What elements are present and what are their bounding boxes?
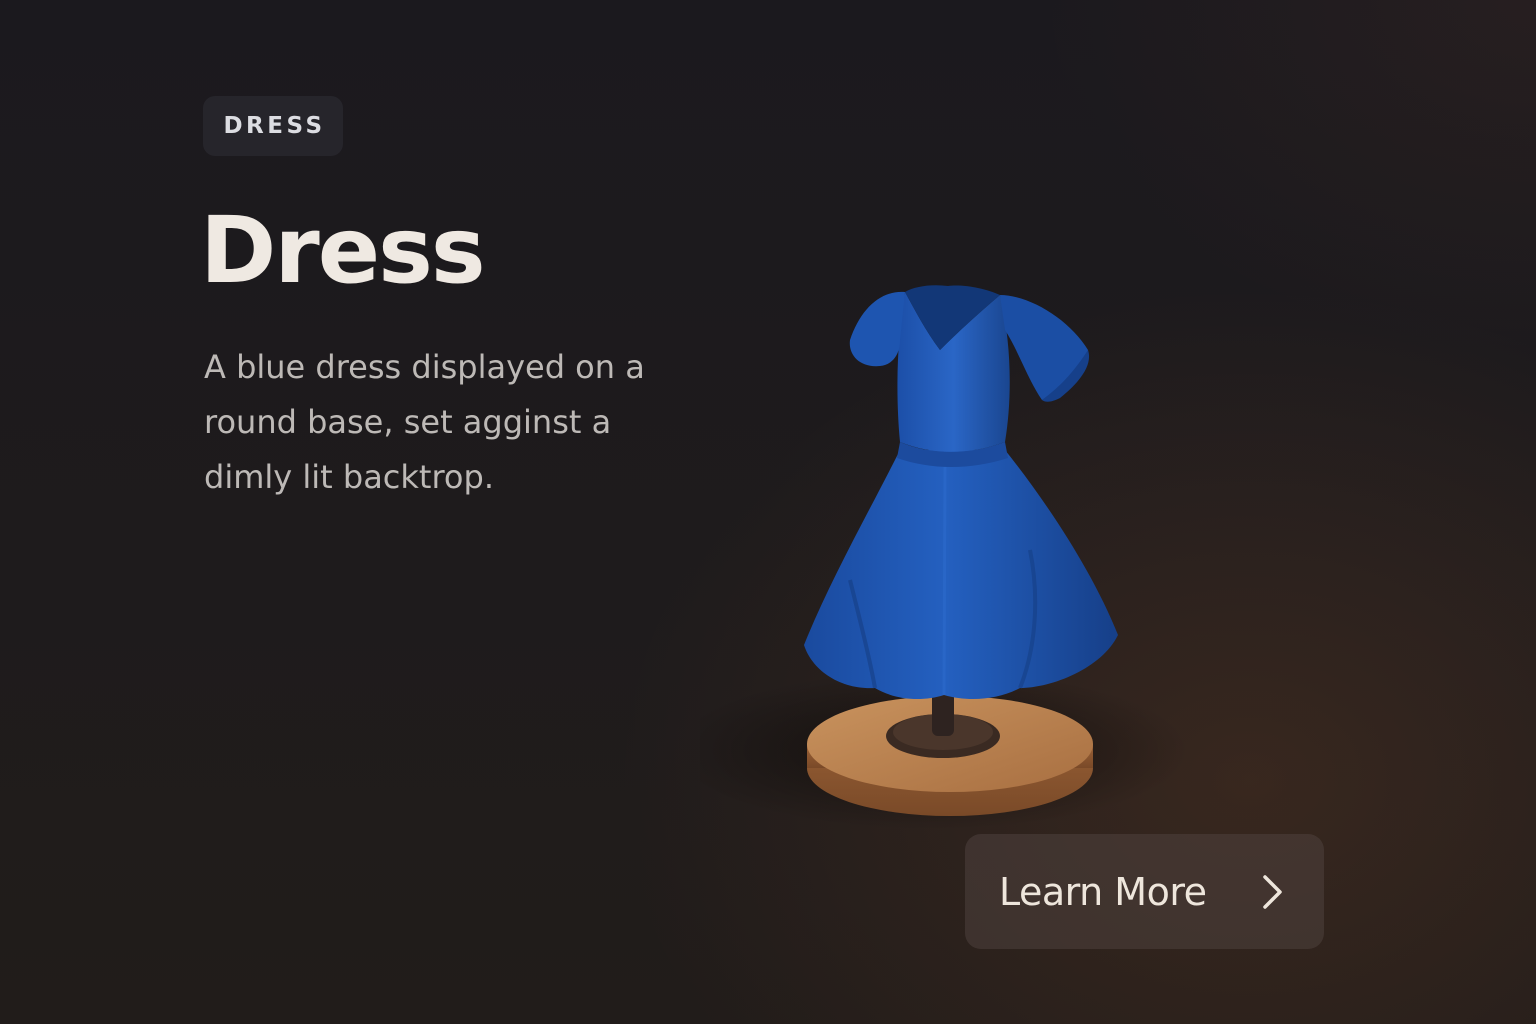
learn-more-label: Learn More	[999, 869, 1207, 914]
page-title: Dress	[200, 197, 486, 304]
product-description: A blue dress displayed on a round base, …	[204, 348, 645, 496]
chevron-right-icon	[1256, 872, 1290, 912]
learn-more-button[interactable]: Learn More	[965, 834, 1324, 949]
category-badge: DRESS	[203, 96, 343, 156]
dress-on-stand-icon	[670, 250, 1220, 850]
